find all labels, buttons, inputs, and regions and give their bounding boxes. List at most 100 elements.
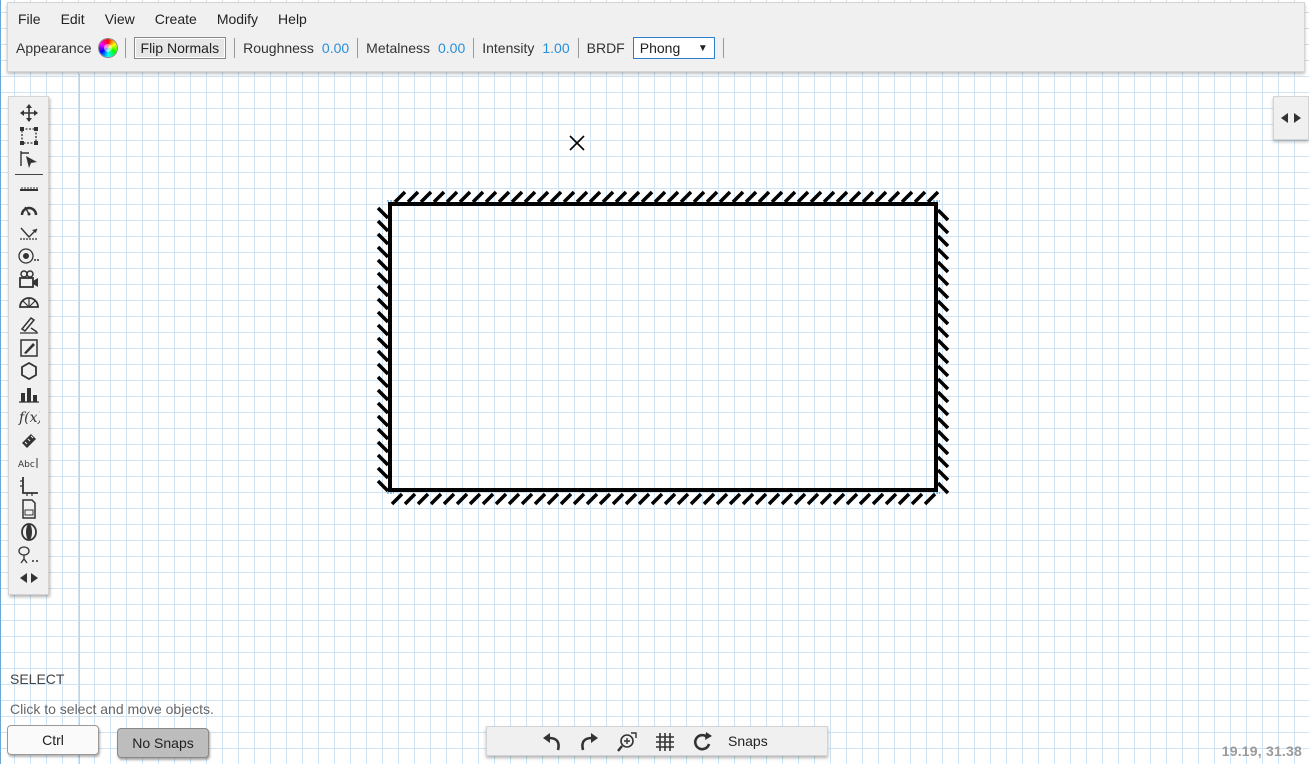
hatch-mark (507, 492, 521, 506)
hatch-mark (822, 190, 836, 204)
ctrl-button[interactable]: Ctrl (7, 725, 99, 755)
hatch-mark (510, 190, 524, 204)
hatch-mark (923, 492, 937, 506)
hatch-mark (376, 440, 390, 454)
hatch-mark (376, 310, 390, 324)
hatch-mark (832, 492, 846, 506)
hatch-mark (845, 492, 859, 506)
coordinates-readout: 19.19, 31.38 (1221, 743, 1302, 759)
hatch-mark (767, 492, 781, 506)
hatch-mark (416, 492, 430, 506)
hatch-mark (936, 390, 950, 404)
zoom-fit-icon[interactable] (616, 731, 638, 753)
hatch-mark (692, 190, 706, 204)
hatch-mark (936, 442, 950, 456)
hatch-mark (650, 492, 664, 506)
hatch-mark (796, 190, 810, 204)
hatch-mark (936, 312, 950, 326)
hatch-mark (533, 492, 547, 506)
hatch-mark (572, 492, 586, 506)
hatch-mark (936, 455, 950, 469)
undo-icon[interactable] (541, 731, 563, 753)
hatch-mark (780, 492, 794, 506)
hatch-mark (393, 190, 407, 204)
hatch-mark (936, 273, 950, 287)
hatch-mark (376, 414, 390, 428)
hatch-mark (376, 271, 390, 285)
hatch-mark (936, 364, 950, 378)
hatch-mark (376, 284, 390, 298)
hatch-mark (936, 299, 950, 313)
hatch-mark (376, 466, 390, 480)
hatch-mark (806, 492, 820, 506)
hatch-mark (637, 492, 651, 506)
hatch-mark (419, 190, 433, 204)
hatch-mark (871, 492, 885, 506)
hatch-mark (455, 492, 469, 506)
hatch-mark (728, 492, 742, 506)
hatch-mark (936, 234, 950, 248)
hatch-mark (406, 190, 420, 204)
hatch-mark (640, 190, 654, 204)
hatch-mark (598, 492, 612, 506)
hatch-mark (936, 208, 950, 222)
hatch-mark (936, 429, 950, 443)
hatch-mark (523, 190, 537, 204)
hatch-mark (858, 492, 872, 506)
hatch-mark (835, 190, 849, 204)
hatch-mark (783, 190, 797, 204)
hatch-mark (376, 401, 390, 415)
snaps-label[interactable]: Snaps (728, 733, 768, 749)
hatch-mark (549, 190, 563, 204)
hatch-mark (376, 258, 390, 272)
hatch-mark (494, 492, 508, 506)
mode-hint: Click to select and move objects. (10, 701, 214, 717)
hatch-mark (663, 492, 677, 506)
grid-icon[interactable] (654, 731, 676, 753)
hatch-mark (376, 206, 390, 220)
hatch-mark (585, 492, 599, 506)
redo-icon[interactable] (578, 731, 600, 753)
hatch-mark (376, 245, 390, 259)
hatch-mark (497, 190, 511, 204)
hatch-mark (429, 492, 443, 506)
hatch-mark (793, 492, 807, 506)
hatch-mark (481, 492, 495, 506)
hatch-mark (614, 190, 628, 204)
hatch-mark (601, 190, 615, 204)
hatch-mark (936, 377, 950, 391)
hatch-mark (376, 232, 390, 246)
hatch-mark (624, 492, 638, 506)
hatch-mark (848, 190, 862, 204)
canvas-scene[interactable] (1, 0, 1309, 764)
hatch-mark (376, 297, 390, 311)
hatch-mark (376, 388, 390, 402)
hatch-mark (390, 492, 404, 506)
hatch-mark (432, 190, 446, 204)
hatch-mark (705, 190, 719, 204)
rotate-icon[interactable] (692, 731, 714, 753)
no-snaps-button[interactable]: No Snaps (117, 728, 209, 758)
hatch-mark (546, 492, 560, 506)
hatch-mark (936, 468, 950, 482)
hatch-mark (936, 286, 950, 300)
hatch-mark (900, 190, 914, 204)
hatch-mark (819, 492, 833, 506)
hatch-mark (403, 492, 417, 506)
mirror-rectangle[interactable] (376, 190, 950, 506)
hatch-mark (936, 325, 950, 339)
cross-marker-icon[interactable] (569, 135, 585, 151)
hatch-mark (376, 375, 390, 389)
hatch-mark (458, 190, 472, 204)
hatch-mark (936, 416, 950, 430)
hatch-mark (718, 190, 732, 204)
hatch-mark (936, 403, 950, 417)
hatch-mark (676, 492, 690, 506)
hatch-mark (897, 492, 911, 506)
hatch-mark (484, 190, 498, 204)
hatch-mark (910, 492, 924, 506)
hatch-mark (936, 260, 950, 274)
hatch-mark (445, 190, 459, 204)
hatch-mark (936, 481, 950, 495)
hatch-mark (757, 190, 771, 204)
